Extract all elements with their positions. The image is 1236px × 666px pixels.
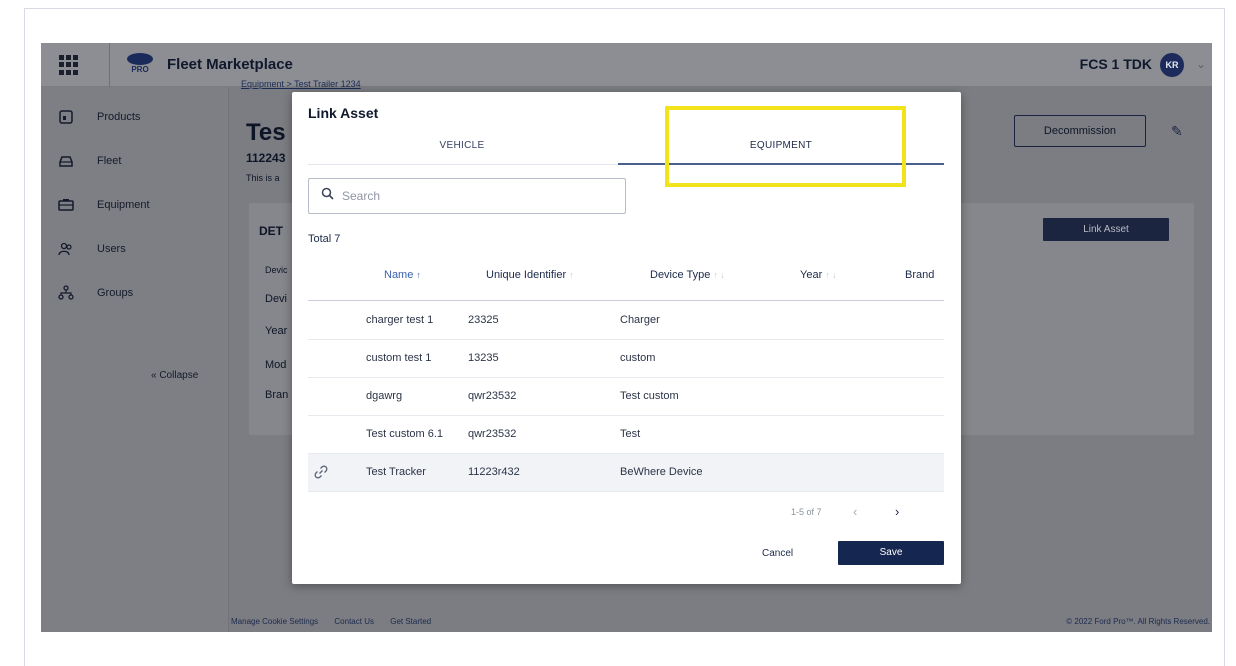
chevron-left-icon[interactable]: ‹ (853, 504, 857, 519)
table-row[interactable]: Test Tracker 11223r432 BeWhere Device (308, 454, 944, 492)
org-name[interactable]: FCS 1 TDK (1080, 56, 1152, 72)
sidebar-item-label: Products (97, 111, 141, 123)
app-grid-icon[interactable] (59, 55, 79, 75)
details-heading: DET (259, 224, 283, 238)
get-started-link[interactable]: Get Started (390, 617, 431, 626)
footer-links: Manage Cookie Settings Contact Us Get St… (231, 617, 445, 626)
sidebar-item-users[interactable]: Users (57, 237, 126, 261)
chevron-down-icon[interactable]: ⌄ (1196, 57, 1206, 71)
table-row[interactable]: Test custom 6.1 qwr23532 Test (308, 416, 944, 454)
column-header-year[interactable]: Year ↑ ↓ (800, 269, 837, 281)
detail-label: Year (265, 325, 288, 337)
sidebar-item-groups[interactable]: Groups (57, 281, 133, 305)
link-asset-modal: Link Asset VEHICLE EQUIPMENT Total 7 Nam… (292, 92, 961, 584)
sidebar-item-label: Users (97, 243, 126, 255)
cell-unique-identifier: 11223r432 (468, 466, 520, 478)
cell-name: charger test 1 (366, 314, 434, 326)
edit-icon[interactable]: ✎ (1171, 123, 1183, 140)
ford-pro-logo: PRO (125, 53, 155, 77)
table-row[interactable]: charger test 1 23325 Charger (308, 302, 944, 340)
chevron-right-icon[interactable]: › (895, 504, 899, 519)
highlight-box (665, 106, 906, 187)
detail-label: Devic (265, 265, 288, 275)
link-asset-button[interactable]: Link Asset (1043, 218, 1169, 241)
search-input[interactable] (342, 189, 602, 203)
search-box[interactable] (308, 178, 626, 214)
cell-device-type: Charger (620, 314, 660, 326)
tab-vehicle[interactable]: VEHICLE (308, 140, 616, 166)
page-description: This is a (246, 173, 280, 183)
cookie-settings-link[interactable]: Manage Cookie Settings (231, 617, 318, 626)
avatar[interactable]: KR (1160, 53, 1184, 77)
column-header-brand[interactable]: Brand (905, 269, 934, 281)
column-header-device-type[interactable]: Device Type ↑ ↓ (650, 269, 725, 281)
page-subtitle: 112243 (246, 151, 286, 165)
page-title: Tes (246, 119, 286, 146)
save-button[interactable]: Save (838, 541, 944, 565)
trailer-icon (57, 196, 75, 214)
cell-device-type: Test custom (620, 390, 679, 402)
modal-title: Link Asset (308, 105, 379, 121)
collapse-link[interactable]: « Collapse (151, 370, 198, 381)
sidebar-item-products[interactable]: Products (57, 105, 140, 129)
cell-name: custom test 1 (366, 352, 432, 364)
total-count: Total 7 (308, 233, 341, 245)
top-bar: PRO Fleet Marketplace FCS 1 TDK KR ⌄ (41, 43, 1212, 87)
sidebar-item-label: Groups (97, 287, 134, 299)
users-icon (57, 240, 75, 258)
column-header-unique-identifier[interactable]: Unique Identifier ↑ (486, 269, 574, 281)
cell-device-type: custom (620, 352, 656, 364)
topbar-divider (109, 43, 110, 87)
groups-icon (57, 284, 75, 302)
column-header-name[interactable]: Name ↑ (384, 269, 421, 281)
cell-name: dgawrg (366, 390, 403, 402)
car-icon (57, 152, 75, 170)
search-icon (321, 187, 334, 205)
cell-name: Test custom 6.1 (366, 428, 444, 440)
table-header-divider (308, 300, 944, 301)
cell-unique-identifier: 13235 (468, 352, 499, 364)
breadcrumb[interactable]: Equipment > Test Trailer 1234 (241, 79, 361, 89)
sidebar-item-fleet[interactable]: Fleet (57, 149, 121, 173)
decommission-button[interactable]: Decommission (1014, 115, 1146, 147)
contact-us-link[interactable]: Contact Us (334, 617, 374, 626)
cell-device-type: BeWhere Device (620, 466, 703, 478)
table-row[interactable]: custom test 1 13235 custom (308, 340, 944, 378)
sidebar-item-equipment[interactable]: Equipment (57, 193, 150, 217)
link-icon (314, 465, 328, 482)
detail-label: Devi (265, 293, 288, 305)
sidebar: Products Fleet Equipment Users Groups « … (41, 87, 229, 632)
cell-unique-identifier: qwr23532 (468, 428, 517, 440)
cancel-button[interactable]: Cancel (762, 548, 793, 559)
copyright: © 2022 Ford Pro™. All Rights Reserved. (1066, 617, 1210, 626)
detail-label: Mod (265, 359, 287, 371)
cell-unique-identifier: qwr23532 (468, 390, 517, 402)
sidebar-item-label: Fleet (97, 155, 122, 167)
sidebar-item-label: Equipment (97, 199, 150, 211)
cell-device-type: Test (620, 428, 641, 440)
cell-name: Test Tracker (366, 466, 426, 478)
pagination-range: 1-5 of 7 (791, 507, 822, 517)
app-title: Fleet Marketplace (167, 56, 293, 73)
cell-unique-identifier: 23325 (468, 314, 499, 326)
detail-label: Bran (265, 389, 289, 401)
table-row[interactable]: dgawrg qwr23532 Test custom (308, 378, 944, 416)
products-icon (57, 108, 75, 126)
